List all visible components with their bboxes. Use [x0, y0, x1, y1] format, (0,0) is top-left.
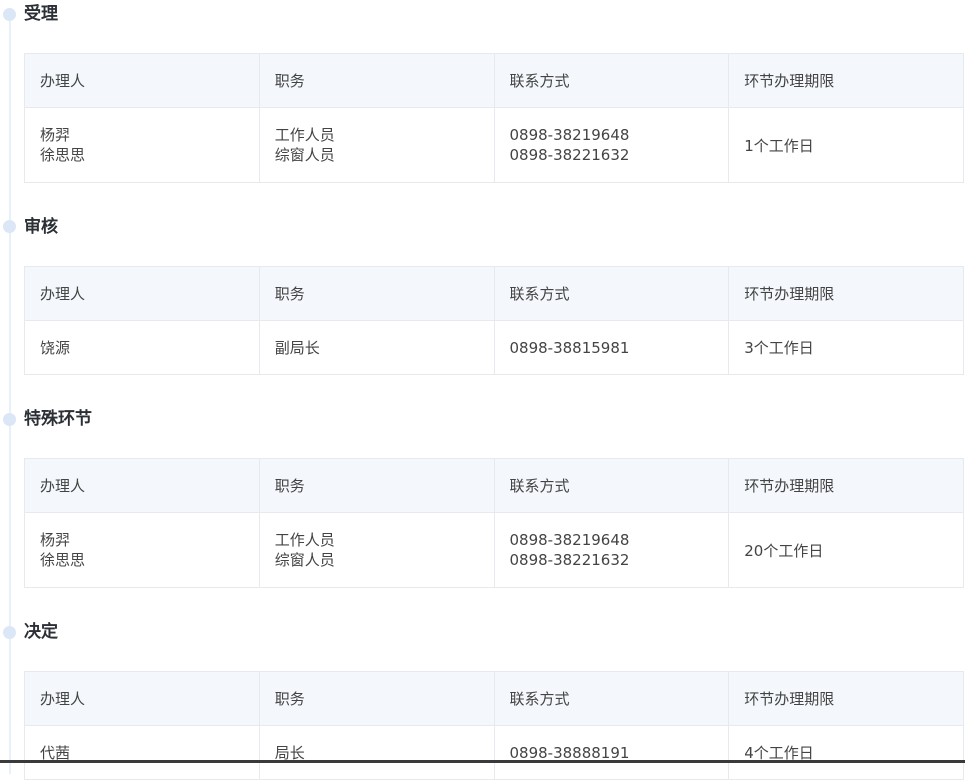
contact-phone: 0898-38815981 — [509, 338, 630, 357]
contact-cell: 0898-38219648 0898-38221632 — [493, 107, 730, 183]
contact-cell: 0898-38219648 0898-38221632 — [493, 512, 730, 588]
stage-title: 特殊环节 — [24, 409, 92, 429]
column-header-deadline: 环节办理期限 — [728, 671, 964, 726]
column-header-deadline: 环节办理期限 — [728, 266, 964, 321]
column-header-handler: 办理人 — [24, 266, 260, 321]
table-header-row: 办理人 职务 联系方式 环节办理期限 — [24, 53, 964, 108]
position-cell: 工作人员 综窗人员 — [258, 107, 495, 183]
handler-name: 饶源 — [40, 338, 71, 357]
table-row: 杨羿 徐思思 工作人员 综窗人员 0898-38219648 0898-3822… — [24, 107, 964, 183]
position-cell: 工作人员 综窗人员 — [258, 512, 495, 588]
handler-name: 徐思思 — [40, 146, 86, 164]
deadline-cell: 20个工作日 — [728, 512, 964, 588]
handler-name: 杨羿 — [40, 126, 71, 144]
handler-cell: 饶源 — [24, 320, 260, 375]
stage-title: 决定 — [24, 622, 58, 642]
handler-name: 杨羿 — [40, 531, 71, 549]
position-text: 副局长 — [274, 338, 320, 357]
timeline-dot — [3, 413, 16, 426]
column-header-contact: 联系方式 — [493, 266, 730, 321]
table-row: 杨羿 徐思思 工作人员 综窗人员 0898-38219648 0898-3822… — [24, 512, 964, 588]
position-text: 综窗人员 — [274, 551, 335, 569]
column-header-contact: 联系方式 — [493, 671, 730, 726]
column-header-contact: 联系方式 — [493, 53, 730, 108]
column-header-deadline: 环节办理期限 — [728, 53, 964, 108]
timeline-dot — [3, 220, 16, 233]
contact-phone: 0898-38221632 — [509, 146, 630, 164]
table-header-row: 办理人 职务 联系方式 环节办理期限 — [24, 266, 964, 321]
position-text: 工作人员 — [274, 126, 335, 144]
column-header-contact: 联系方式 — [493, 458, 730, 513]
table-row: 代茜 局长 0898-38888191 4个工作日 — [24, 725, 964, 780]
position-cell: 局长 — [258, 725, 495, 780]
handler-cell: 杨羿 徐思思 — [24, 512, 260, 588]
handler-cell: 代茜 — [24, 725, 260, 780]
table-row: 饶源 副局长 0898-38815981 3个工作日 — [24, 320, 964, 375]
position-text: 综窗人员 — [274, 146, 335, 164]
table-header-row: 办理人 职务 联系方式 环节办理期限 — [24, 671, 964, 726]
stage-table: 办理人 职务 联系方式 环节办理期限 杨羿 徐思思 工作人员 综窗人员 0898… — [24, 53, 964, 183]
column-header-handler: 办理人 — [24, 458, 260, 513]
column-header-handler: 办理人 — [24, 53, 260, 108]
column-header-handler: 办理人 — [24, 671, 260, 726]
stage-title: 受理 — [24, 4, 58, 24]
stage-table: 办理人 职务 联系方式 环节办理期限 饶源 副局长 0898-38815981 … — [24, 266, 964, 375]
deadline-cell: 4个工作日 — [728, 725, 964, 780]
column-header-position: 职务 — [258, 458, 495, 513]
table-header-row: 办理人 职务 联系方式 环节办理期限 — [24, 458, 964, 513]
deadline-cell: 1个工作日 — [728, 107, 964, 183]
handler-name: 徐思思 — [40, 551, 86, 569]
contact-cell: 0898-38815981 — [493, 320, 730, 375]
stage-title: 审核 — [24, 217, 58, 237]
column-header-position: 职务 — [258, 671, 495, 726]
timeline-line — [9, 14, 11, 774]
position-text: 工作人员 — [274, 531, 335, 549]
timeline-dot — [3, 8, 16, 21]
stage-table: 办理人 职务 联系方式 环节办理期限 代茜 局长 0898-38888191 4… — [24, 671, 964, 780]
contact-phone: 0898-38219648 — [509, 531, 630, 549]
timeline-dot — [3, 626, 16, 639]
handler-cell: 杨羿 徐思思 — [24, 107, 260, 183]
contact-phone: 0898-38221632 — [509, 551, 630, 569]
position-cell: 副局长 — [258, 320, 495, 375]
stage-table: 办理人 职务 联系方式 环节办理期限 杨羿 徐思思 工作人员 综窗人员 0898… — [24, 458, 964, 588]
deadline-cell: 3个工作日 — [728, 320, 964, 375]
column-header-position: 职务 — [258, 266, 495, 321]
contact-phone: 0898-38219648 — [509, 126, 630, 144]
column-header-position: 职务 — [258, 53, 495, 108]
contact-cell: 0898-38888191 — [493, 725, 730, 780]
column-header-deadline: 环节办理期限 — [728, 458, 964, 513]
